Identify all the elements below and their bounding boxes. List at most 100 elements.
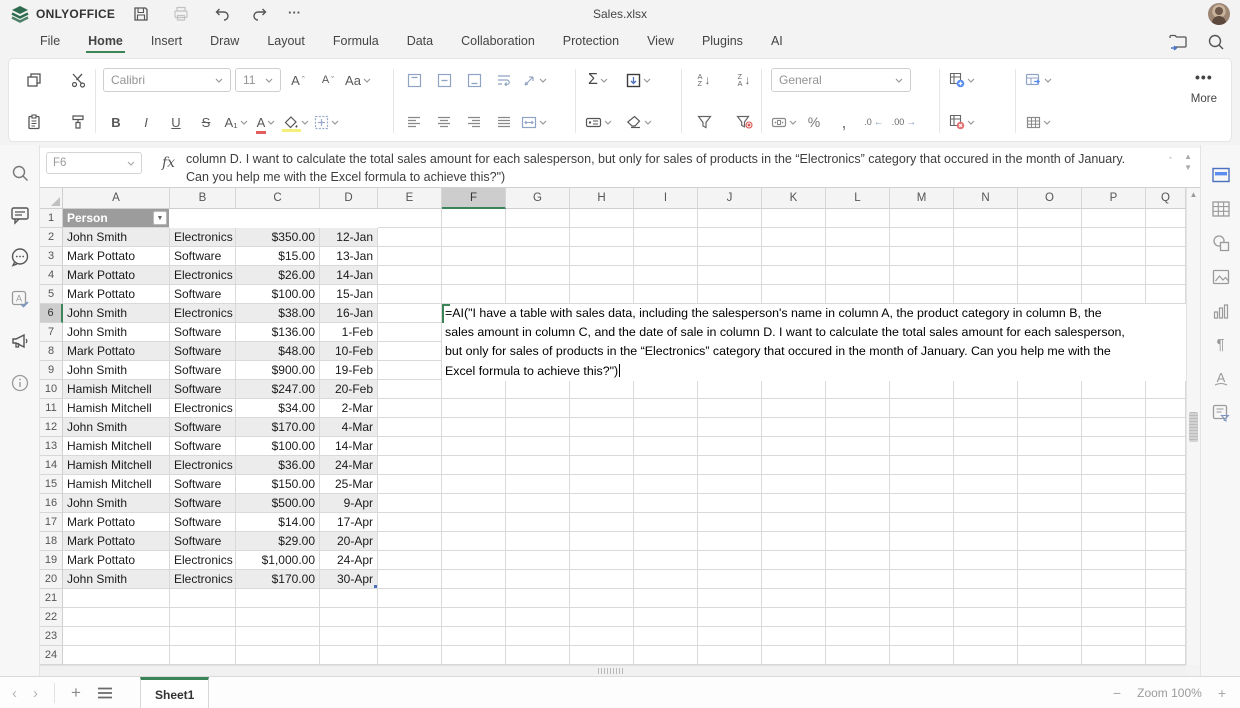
copy-button[interactable]	[21, 67, 47, 93]
cell-P1[interactable]	[1082, 209, 1146, 228]
cell-H1[interactable]	[570, 209, 634, 228]
cell-L15[interactable]	[826, 475, 890, 494]
cell-O20[interactable]	[1018, 570, 1082, 589]
cell-I10[interactable]	[634, 380, 698, 399]
cell-N12[interactable]	[954, 418, 1018, 437]
row-header-13[interactable]: 13	[40, 437, 63, 456]
cell-F15[interactable]	[442, 475, 506, 494]
cell-O15[interactable]	[1018, 475, 1082, 494]
cell-D6[interactable]: 16-Jan	[320, 304, 378, 323]
cell-A13[interactable]: Hamish Mitchell	[63, 437, 170, 456]
number-format-select[interactable]: General	[771, 68, 911, 92]
table-settings-icon[interactable]	[1211, 199, 1231, 219]
font-name-select[interactable]: Calibri	[103, 68, 231, 92]
shape-settings-icon[interactable]	[1211, 233, 1231, 253]
cell-O17[interactable]	[1018, 513, 1082, 532]
cell-Q15[interactable]	[1146, 475, 1186, 494]
column-header-H[interactable]: H	[570, 188, 634, 209]
cell-D21[interactable]	[320, 589, 378, 608]
cell-E3[interactable]	[378, 247, 442, 266]
cell-N19[interactable]	[954, 551, 1018, 570]
cell-D8[interactable]: 10-Feb	[320, 342, 378, 361]
row-header-23[interactable]: 23	[40, 627, 63, 646]
cell-K10[interactable]	[762, 380, 826, 399]
cell-Q13[interactable]	[1146, 437, 1186, 456]
cell-H19[interactable]	[570, 551, 634, 570]
row-header-10[interactable]: 10	[40, 380, 63, 399]
row-header-16[interactable]: 16	[40, 494, 63, 513]
cell-A15[interactable]: Hamish Mitchell	[63, 475, 170, 494]
zoom-in-icon[interactable]: +	[1218, 685, 1226, 701]
cell-K4[interactable]	[762, 266, 826, 285]
cell-C22[interactable]	[236, 608, 320, 627]
cell-B18[interactable]: Software	[170, 532, 236, 551]
cell-E1[interactable]	[378, 209, 442, 228]
cell-H15[interactable]	[570, 475, 634, 494]
cell-D20[interactable]: 30-Apr	[320, 570, 378, 589]
cell-Q1[interactable]	[1146, 209, 1186, 228]
cell-A16[interactable]: John Smith	[63, 494, 170, 513]
cell-F19[interactable]	[442, 551, 506, 570]
cell-N15[interactable]	[954, 475, 1018, 494]
menu-tab-insert[interactable]: Insert	[137, 28, 196, 55]
cell-M23[interactable]	[890, 627, 954, 646]
cell-G16[interactable]	[506, 494, 570, 513]
cell-L24[interactable]	[826, 646, 890, 665]
cell-B13[interactable]: Software	[170, 437, 236, 456]
paragraph-settings-icon[interactable]: ¶	[1211, 335, 1231, 355]
cell-G14[interactable]	[506, 456, 570, 475]
percent-style-icon[interactable]: %	[801, 109, 827, 135]
cell-G3[interactable]	[506, 247, 570, 266]
cell-O18[interactable]	[1018, 532, 1082, 551]
chart-settings-icon[interactable]	[1211, 301, 1231, 321]
cell-Q4[interactable]	[1146, 266, 1186, 285]
row-header-20[interactable]: 20	[40, 570, 63, 589]
cell-K11[interactable]	[762, 399, 826, 418]
cell-N14[interactable]	[954, 456, 1018, 475]
merge-center-icon[interactable]	[521, 109, 547, 135]
cell-N18[interactable]	[954, 532, 1018, 551]
cell-J2[interactable]	[698, 228, 762, 247]
cell-O22[interactable]	[1018, 608, 1082, 627]
cell-B6[interactable]: Electronics	[170, 304, 236, 323]
cell-P5[interactable]	[1082, 285, 1146, 304]
cell-E24[interactable]	[378, 646, 442, 665]
comments-icon[interactable]	[10, 205, 30, 225]
font-color-button[interactable]: A	[253, 109, 279, 135]
justify-icon[interactable]	[491, 109, 517, 135]
cell-N21[interactable]	[954, 589, 1018, 608]
cell-D4[interactable]: 14-Jan	[320, 266, 378, 285]
cell-G19[interactable]	[506, 551, 570, 570]
cell-D17[interactable]: 17-Apr	[320, 513, 378, 532]
sheet-grid[interactable]: ABCDEFGHIJKLMNOPQ1Person▼Category▼Amount…	[40, 188, 1186, 665]
cell-H11[interactable]	[570, 399, 634, 418]
insert-function-icon[interactable]: fx	[162, 155, 175, 171]
align-left-icon[interactable]	[401, 109, 427, 135]
cell-M4[interactable]	[890, 266, 954, 285]
cell-D22[interactable]	[320, 608, 378, 627]
cell-E13[interactable]	[378, 437, 442, 456]
cell-P16[interactable]	[1082, 494, 1146, 513]
bold-button[interactable]: B	[103, 109, 129, 135]
cell-I20[interactable]	[634, 570, 698, 589]
change-case-icon[interactable]: Aa	[345, 67, 371, 93]
cell-H13[interactable]	[570, 437, 634, 456]
row-header-2[interactable]: 2	[40, 228, 63, 247]
sheet-tab[interactable]: Sheet1	[140, 677, 209, 708]
cell-I17[interactable]	[634, 513, 698, 532]
cell-E15[interactable]	[378, 475, 442, 494]
cell-F23[interactable]	[442, 627, 506, 646]
cell-L3[interactable]	[826, 247, 890, 266]
increase-decimal-icon[interactable]: .00→	[891, 109, 917, 135]
cell-A22[interactable]	[63, 608, 170, 627]
scroll-up-icon[interactable]: ▲	[1187, 190, 1200, 199]
cell-N22[interactable]	[954, 608, 1018, 627]
cell-H4[interactable]	[570, 266, 634, 285]
cell-A4[interactable]: Mark Pottato	[63, 266, 170, 285]
menu-tab-layout[interactable]: Layout	[253, 28, 319, 55]
sheet-list-icon[interactable]	[97, 687, 113, 700]
autosum-button[interactable]: Σ	[585, 67, 611, 93]
cell-M24[interactable]	[890, 646, 954, 665]
cell-D16[interactable]: 9-Apr	[320, 494, 378, 513]
cell-Q3[interactable]	[1146, 247, 1186, 266]
